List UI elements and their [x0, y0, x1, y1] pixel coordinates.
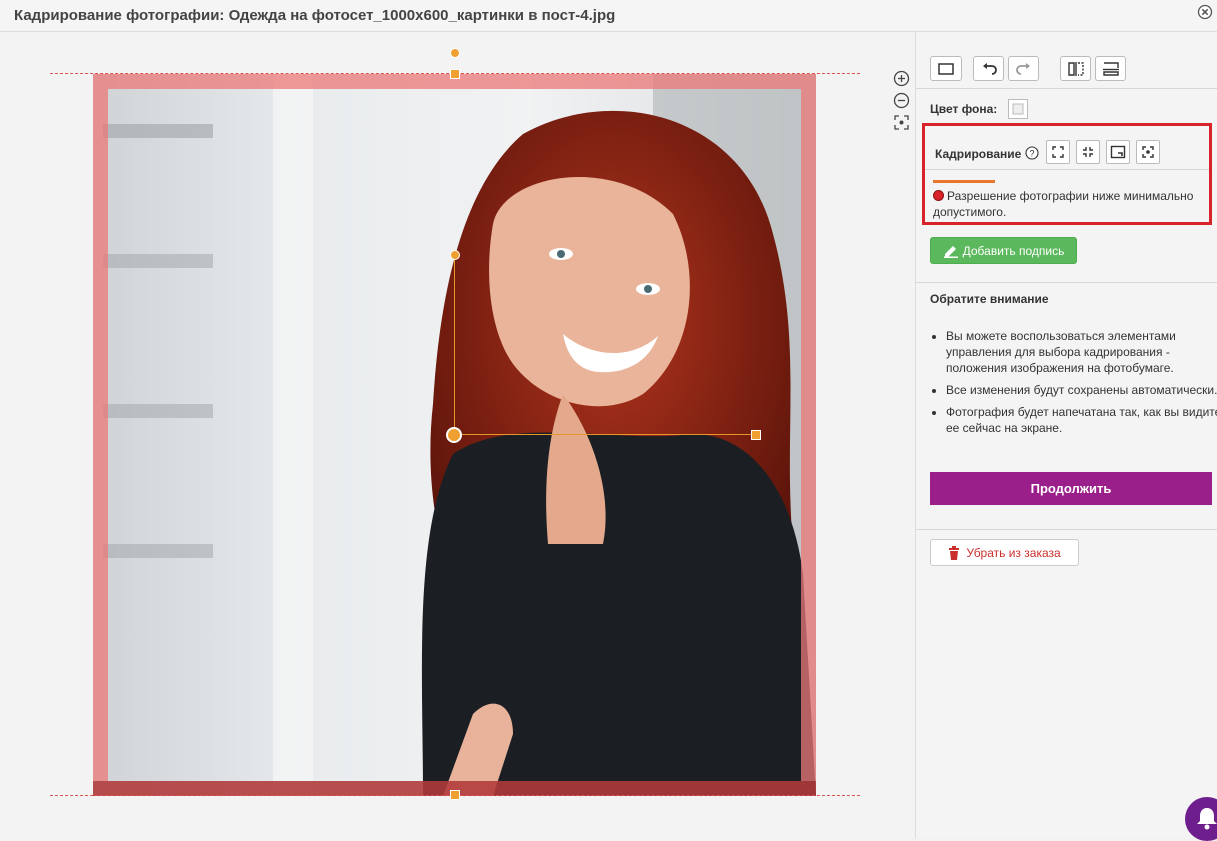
zoom-in-icon[interactable]	[893, 70, 910, 87]
crop-fit-frame-button[interactable]	[1106, 140, 1130, 164]
crop-expand-button[interactable]	[1046, 140, 1070, 164]
continue-button[interactable]: Продолжить	[930, 472, 1212, 505]
sidebar-panel: Цвет фона: Кадрирование ? Разрешение фот…	[915, 32, 1217, 838]
resolution-warning: Разрешение фотографии ниже минимально до…	[933, 189, 1194, 219]
flip-vertical-button[interactable]	[1095, 56, 1126, 81]
position-guide-horizontal	[454, 434, 756, 435]
notice-item: Вы можете воспользоваться элементами упр…	[946, 328, 1217, 376]
remove-label: Убрать из заказа	[966, 545, 1061, 560]
notice-title: Обратите внимание	[930, 292, 1049, 306]
remove-from-order-button[interactable]: Убрать из заказа	[930, 539, 1079, 566]
color-picker-icon	[1012, 103, 1024, 115]
background-color-swatch[interactable]	[1008, 99, 1028, 119]
divider	[925, 169, 1209, 170]
crop-focus-button[interactable]	[1136, 140, 1160, 164]
background-color-label: Цвет фона:	[930, 102, 998, 116]
rectangle-button[interactable]	[930, 56, 962, 81]
crop-section: Кадрирование ? Разрешение фотографии ниж…	[922, 123, 1212, 225]
fit-frame-icon	[1110, 145, 1126, 159]
undo-icon	[982, 62, 997, 75]
flip-horizontal-icon	[1067, 61, 1084, 76]
move-handle[interactable]	[446, 427, 462, 443]
crop-label: Кадрирование	[935, 147, 1022, 161]
resize-handle-bottom[interactable]	[450, 790, 460, 800]
flip-vertical-icon	[1102, 61, 1119, 76]
window-title: Кадрирование фотографии: Одежда на фотос…	[14, 7, 616, 24]
notice-item: Все изменения будут сохранены автоматиче…	[946, 382, 1217, 398]
focus-icon	[1142, 146, 1154, 158]
expand-icon	[1052, 146, 1064, 158]
divider	[916, 282, 1217, 283]
rectangle-icon	[938, 62, 954, 75]
zoom-out-icon[interactable]	[893, 92, 910, 109]
divider	[916, 529, 1217, 530]
add-caption-label: Добавить подпись	[962, 243, 1065, 258]
undo-button[interactable]	[973, 56, 1004, 81]
rotate-handle[interactable]	[450, 250, 460, 260]
position-guide-vertical	[454, 256, 455, 434]
flip-horizontal-button[interactable]	[1060, 56, 1091, 81]
svg-text:?: ?	[1029, 149, 1034, 159]
shrink-icon	[1083, 147, 1093, 157]
zoom-controls	[893, 70, 911, 136]
close-icon[interactable]	[1197, 4, 1213, 20]
title-bar: Кадрирование фотографии: Одежда на фотос…	[0, 0, 1217, 32]
notice-item: Фотография будет напечатана так, как вы …	[946, 404, 1217, 436]
scale-handle[interactable]	[751, 430, 761, 440]
question-icon[interactable]: ?	[1025, 146, 1039, 160]
pencil-icon	[943, 245, 958, 258]
notice-list: Вы можете воспользоваться элементами упр…	[930, 328, 1217, 442]
crop-editor-area	[0, 32, 915, 838]
redo-icon	[1015, 62, 1030, 75]
resolution-indicator	[933, 180, 995, 183]
redo-button[interactable]	[1008, 56, 1039, 81]
resize-handle-top[interactable]	[450, 69, 460, 79]
rotate-handle-top[interactable]	[450, 48, 460, 58]
fit-screen-icon[interactable]	[893, 114, 910, 131]
crop-shrink-button[interactable]	[1076, 140, 1100, 164]
trash-icon	[949, 545, 960, 560]
add-caption-button[interactable]: Добавить подпись	[930, 237, 1077, 264]
divider	[916, 88, 1217, 89]
